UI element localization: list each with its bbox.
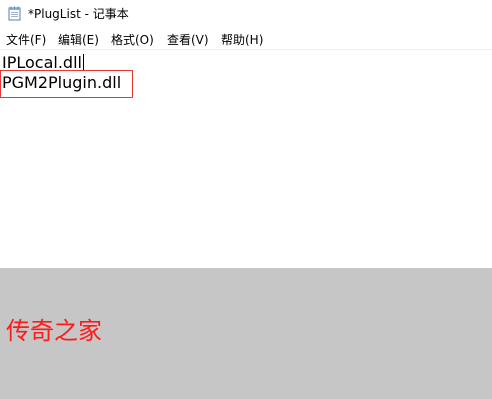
menu-edit[interactable]: 编辑(E) xyxy=(58,32,99,48)
menu-view[interactable]: 查看(V) xyxy=(167,32,209,48)
title-bar: *PlugList - 记事本 xyxy=(0,0,492,28)
text-editor-area[interactable]: IPLocal.dll PGM2Plugin.dll xyxy=(0,49,492,269)
watermark-text: 传奇之家 xyxy=(6,317,102,345)
menu-help[interactable]: 帮助(H) xyxy=(221,32,263,48)
menu-file[interactable]: 文件(F) xyxy=(6,32,46,48)
menu-format[interactable]: 格式(O) xyxy=(111,32,154,48)
menu-bar: 文件(F) 编辑(E) 格式(O) 查看(V) 帮助(H) xyxy=(0,30,492,49)
notepad-icon xyxy=(8,6,21,21)
text-caret xyxy=(82,54,84,71)
window-title: *PlugList - 记事本 xyxy=(28,7,129,21)
watermark-band: 传奇之家 xyxy=(0,268,492,399)
highlight-annotation-box xyxy=(0,70,133,98)
